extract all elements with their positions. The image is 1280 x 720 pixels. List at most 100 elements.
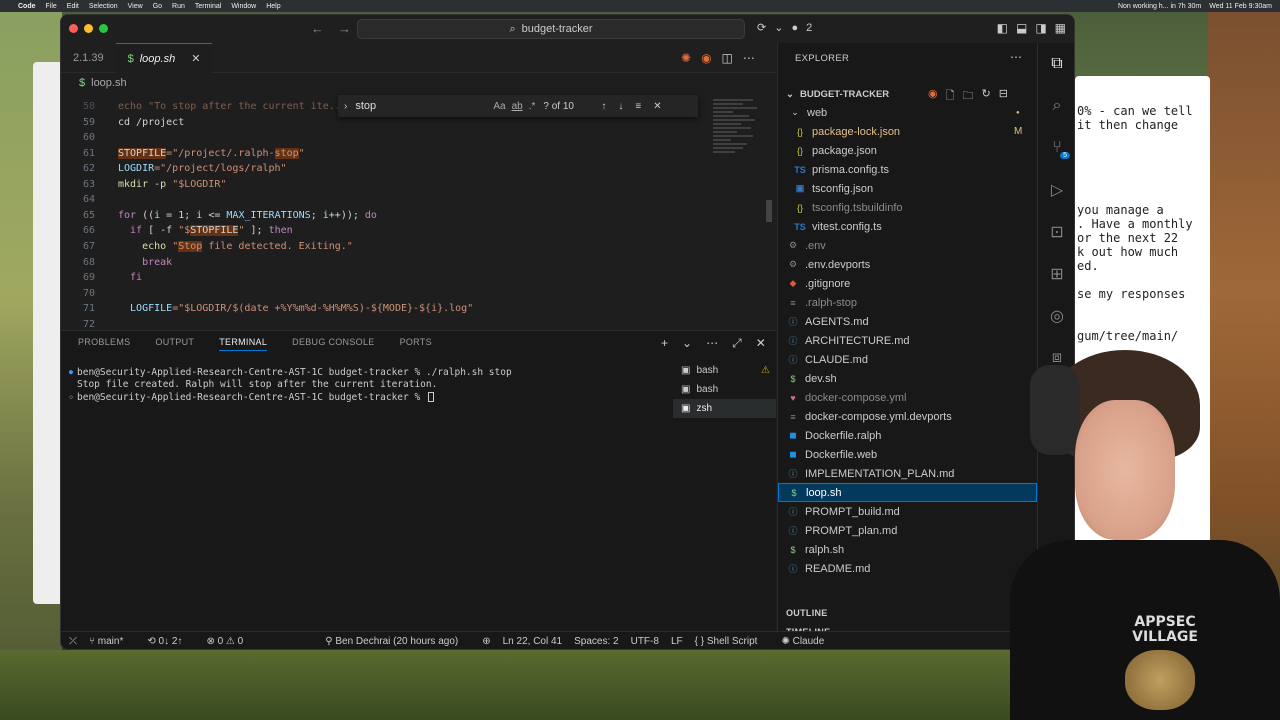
file-item[interactable]: ⚙ .env xyxy=(778,236,1037,255)
run-debug-icon[interactable]: ▷ xyxy=(1038,169,1074,211)
cursor-position[interactable]: Ln 22, Col 41 xyxy=(503,636,563,647)
menubar-clock[interactable]: Wed 11 Feb 9:30am xyxy=(1209,3,1272,10)
code-line[interactable]: 70 xyxy=(61,288,95,304)
match-word-toggle[interactable]: ab xyxy=(512,101,523,112)
more-actions-icon[interactable]: ⋯ xyxy=(706,336,718,351)
explorer-icon[interactable]: ⧉ xyxy=(1038,43,1074,85)
tab-loop-sh[interactable]: $ loop.sh ✕ xyxy=(115,43,213,73)
layout-panel-icon[interactable]: ⬓ xyxy=(1016,21,1027,35)
layout-custom-icon[interactable]: ▦ xyxy=(1055,21,1066,35)
problems-status[interactable]: ⊗ 0 ⚠ 0 xyxy=(206,636,243,647)
remote-explorer-icon[interactable]: ⊡ xyxy=(1038,211,1074,253)
menu-run[interactable]: Run xyxy=(172,3,185,10)
file-item[interactable]: ⓘ README.md xyxy=(778,559,1037,578)
code-line[interactable]: 68 break xyxy=(61,257,172,273)
terminal-item-bash-2[interactable]: ▣ bash xyxy=(673,380,776,399)
code-line[interactable]: 59 cd /project xyxy=(61,117,184,133)
language-mode[interactable]: { } Shell Script xyxy=(695,636,770,647)
outline-section[interactable]: OUTLINE xyxy=(786,608,828,618)
layout-sidebar-icon[interactable]: ◧ xyxy=(997,21,1008,35)
file-item[interactable]: ◼ Dockerfile.ralph xyxy=(778,426,1037,445)
folder-web[interactable]: ⌄ web ● xyxy=(778,103,1037,122)
more-actions-icon[interactable]: ⋯ xyxy=(1010,50,1022,64)
menu-help[interactable]: Help xyxy=(266,3,280,10)
file-item[interactable]: ⓘ ARCHITECTURE.md xyxy=(778,331,1037,350)
previous-match-icon[interactable]: ↑ xyxy=(601,101,606,112)
file-item[interactable]: $ dev.sh xyxy=(778,369,1037,388)
file-item[interactable]: ♥ docker-compose.yml xyxy=(778,388,1037,407)
tab-terminal[interactable]: TERMINAL xyxy=(219,337,268,351)
file-item[interactable]: {} tsconfig.tsbuildinfo xyxy=(778,198,1037,217)
menu-go[interactable]: Go xyxy=(153,3,162,10)
chevron-down-icon[interactable]: ⌄ xyxy=(774,21,783,34)
file-item[interactable]: ⓘ CLAUDE.md xyxy=(778,350,1037,369)
terminal-dropdown-icon[interactable]: ⌄ xyxy=(682,336,692,351)
encoding[interactable]: UTF-8 xyxy=(631,636,659,647)
copilot-icon[interactable]: ⟳ xyxy=(757,21,766,34)
file-item[interactable]: TS prisma.config.ts xyxy=(778,160,1037,179)
breadcrumb[interactable]: $ loop.sh xyxy=(79,77,127,89)
eol[interactable]: LF xyxy=(671,636,683,647)
ai-chat-icon[interactable]: ◉ xyxy=(701,51,711,65)
file-item[interactable]: {} package.json xyxy=(778,141,1037,160)
file-item[interactable]: $ ralph.sh xyxy=(778,540,1037,559)
code-line[interactable]: 63 mkdir -p "$LOGDIR" xyxy=(61,179,226,195)
file-item[interactable]: TS vitest.config.ts xyxy=(778,217,1037,236)
command-center[interactable]: ⌕ budget-tracker xyxy=(357,19,745,39)
code-line[interactable]: 72 xyxy=(61,319,95,327)
find-in-selection-icon[interactable]: ≡ xyxy=(635,101,641,112)
maximize-window-button[interactable] xyxy=(99,24,108,33)
code-editor[interactable]: 58 echo "To stop after the current ite...… xyxy=(61,95,776,327)
code-line[interactable]: 66 if [ -f "$STOPFILE" ]; then xyxy=(61,225,293,241)
sync-status[interactable]: ⟲ 0↓ 2↑ xyxy=(147,636,194,647)
find-input[interactable]: stop xyxy=(355,100,485,112)
menu-view[interactable]: View xyxy=(128,3,143,10)
match-case-toggle[interactable]: Aa xyxy=(493,101,505,112)
search-icon[interactable]: ⌕ xyxy=(1038,85,1074,127)
minimap[interactable] xyxy=(713,97,763,187)
zoom-icon[interactable]: ⊕ xyxy=(482,636,490,647)
menu-terminal[interactable]: Terminal xyxy=(195,3,221,10)
file-item[interactable]: ◆ .gitignore xyxy=(778,274,1037,293)
code-line[interactable]: 60 xyxy=(61,132,95,148)
terminal-item-zsh[interactable]: ▣ zsh xyxy=(673,399,776,418)
file-item[interactable]: ≡ docker-compose.yml.devports xyxy=(778,407,1037,426)
layout-secondary-icon[interactable]: ◨ xyxy=(1035,21,1046,35)
changes-count[interactable]: 2 xyxy=(806,22,812,34)
code-line[interactable]: 71 LOGFILE="$LOGDIR/$(date +%Y%m%d-%H%M%… xyxy=(61,303,473,319)
project-header[interactable]: ⌄ BUDGET-TRACKER xyxy=(786,89,889,100)
close-panel-icon[interactable]: ✕ xyxy=(756,336,766,351)
menu-window[interactable]: Window xyxy=(231,3,256,10)
branch-status[interactable]: ⑂ main* xyxy=(89,636,135,647)
remote-icon[interactable]: ⤫ xyxy=(69,636,77,647)
tab-output[interactable]: OUTPUT xyxy=(155,337,194,351)
tab-ports[interactable]: PORTS xyxy=(400,337,432,351)
source-control-icon[interactable]: ⑂ 5 xyxy=(1038,127,1074,169)
close-window-button[interactable] xyxy=(69,24,78,33)
code-line[interactable]: 65 for ((i = 1; i <= MAX_ITERATIONS; i++)… xyxy=(61,210,377,226)
menubar-status[interactable]: Non working h... in 7h 30m xyxy=(1118,3,1201,10)
menu-selection[interactable]: Selection xyxy=(89,3,118,10)
maximize-panel-icon[interactable]: ⤢ xyxy=(732,336,742,351)
file-item[interactable]: ⓘ AGENTS.md xyxy=(778,312,1037,331)
claude-spark-icon[interactable]: ✺ xyxy=(681,51,691,65)
code-line[interactable]: 69 fi xyxy=(61,272,142,288)
close-icon[interactable]: ✕ xyxy=(191,52,200,65)
forward-arrow-icon[interactable]: → xyxy=(338,21,351,36)
tab-debug-console[interactable]: DEBUG CONSOLE xyxy=(292,337,374,351)
extensions-icon[interactable]: ⊞ xyxy=(1038,253,1074,295)
editor-scrollbar[interactable] xyxy=(766,200,772,222)
menubar-app-name[interactable]: Code xyxy=(18,3,36,10)
code-line[interactable]: 67 echo "Stop file detected. Exiting." xyxy=(61,241,353,257)
terminal-output[interactable]: ● ben@Security-Applied-Research-Centre-AS… xyxy=(65,366,665,626)
terminal-item-bash-1[interactable]: ▣ bash ⚠ xyxy=(673,361,776,380)
file-item[interactable]: $ loop.sh xyxy=(778,483,1037,502)
close-find-icon[interactable]: ✕ xyxy=(653,101,661,112)
regex-toggle[interactable]: .* xyxy=(529,101,536,112)
file-item[interactable]: ⓘ PROMPT_plan.md xyxy=(778,521,1037,540)
file-item[interactable]: ▣ tsconfig.json xyxy=(778,179,1037,198)
file-item[interactable]: ⚙ .env.devports xyxy=(778,255,1037,274)
next-match-icon[interactable]: ↓ xyxy=(618,101,623,112)
menu-edit[interactable]: Edit xyxy=(67,3,79,10)
file-item[interactable]: ⓘ PROMPT_build.md xyxy=(778,502,1037,521)
